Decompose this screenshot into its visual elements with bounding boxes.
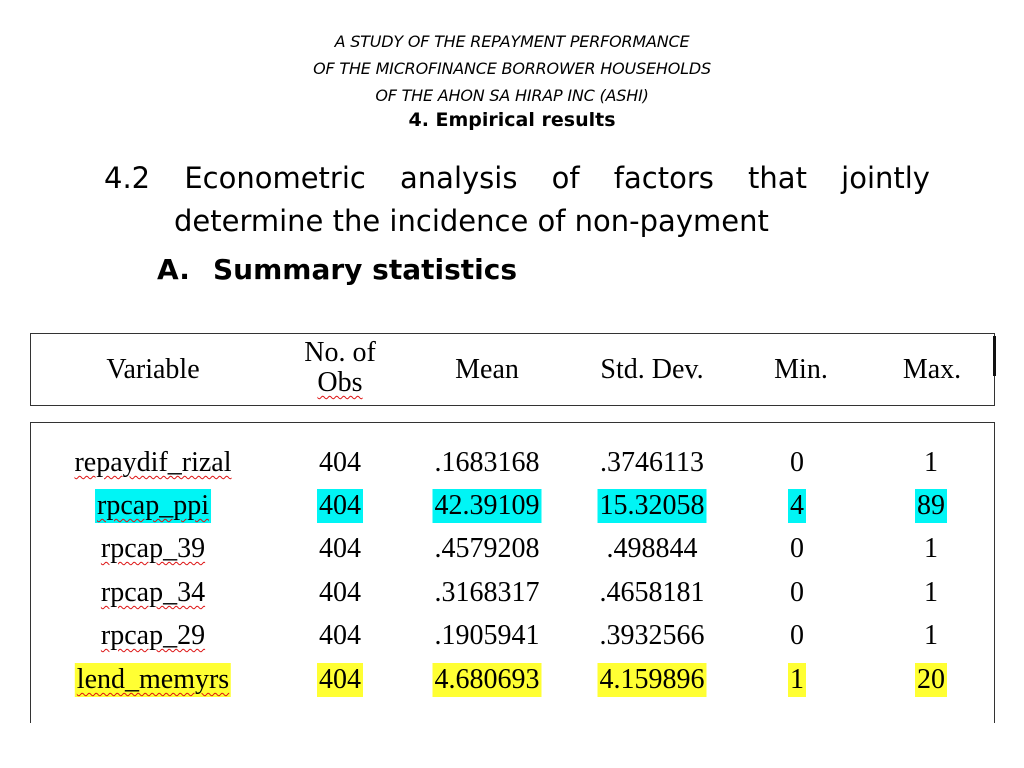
- table-cell-obs: 404: [317, 489, 363, 523]
- subsection-heading: 4.2 Econometric analysis of factors that…: [104, 157, 930, 243]
- variable-name-cell: rpcap_29: [100, 620, 206, 651]
- heading-word: of: [551, 161, 580, 195]
- heading-word: Econometric: [184, 161, 366, 195]
- table-cell-std: .3932566: [599, 620, 705, 651]
- table-cell-obs: 404: [319, 533, 361, 564]
- summary-statistics-heading: A. Summary statistics: [157, 253, 517, 286]
- col-header-max: Max.: [902, 354, 962, 385]
- variable-name-cell: repaydif_rizal: [74, 447, 232, 478]
- table-cell-mean: .1905941: [434, 620, 540, 651]
- table-cell-obs: 404: [319, 620, 361, 651]
- table-cell-min: 0: [790, 447, 804, 478]
- subsection-heading-line-1: 4.2 Econometric analysis of factors that…: [104, 157, 930, 200]
- table-cell-max: 20: [915, 663, 947, 697]
- table-cell-mean: 42.39109: [432, 489, 542, 523]
- table-cell-mean: 4.680693: [432, 663, 542, 697]
- table-cell-max: 1: [924, 533, 938, 564]
- table-cell-max: 1: [924, 447, 938, 478]
- heading-word: analysis: [400, 161, 518, 195]
- study-title-line-1: A STUDY OF THE REPAYMENT PERFORMANCE: [334, 32, 690, 51]
- table-cell-std: .498844: [606, 533, 698, 564]
- col-header-min: Min.: [774, 354, 828, 385]
- table-cell-std: .3746113: [600, 447, 704, 478]
- variable-name-cell: rpcap_39: [100, 533, 206, 564]
- table-cell-std: 15.32058: [597, 489, 707, 523]
- subheading-letter: A.: [157, 253, 190, 286]
- col-header-mean: Mean: [455, 354, 519, 385]
- variable-name-cell: rpcap_ppi: [95, 489, 211, 523]
- table-cell-min: 4: [788, 489, 806, 523]
- header-edge-bar: [993, 336, 996, 376]
- subheading-text: Summary statistics: [213, 253, 517, 286]
- table-cell-min: 0: [790, 620, 804, 651]
- table-cell-obs: 404: [319, 447, 361, 478]
- table-cell-mean: .1683168: [434, 447, 540, 478]
- table-cell-std: 4.159896: [597, 663, 707, 697]
- col-header-obs: No. of Obs: [304, 338, 376, 398]
- study-title-line-2: OF THE MICROFINANCE BORROWER HOUSEHOLDS: [313, 59, 711, 78]
- slide-header: A STUDY OF THE REPAYMENT PERFORMANCE OF …: [0, 28, 1024, 133]
- table-cell-std: .4658181: [599, 577, 705, 608]
- col-header-std-dev: Std. Dev.: [600, 354, 704, 385]
- table-cell-min: 0: [790, 577, 804, 608]
- heading-word: factors: [613, 161, 714, 195]
- col-header-obs-line-2: Obs: [317, 367, 363, 398]
- table-cell-max: 1: [924, 577, 938, 608]
- table-cell-obs: 404: [317, 663, 363, 697]
- table-cell-obs: 404: [319, 577, 361, 608]
- table-cell-min: 1: [788, 663, 806, 697]
- heading-word: jointly: [841, 161, 930, 195]
- variable-name-cell: lend_memyrs: [74, 663, 232, 697]
- heading-word: that: [748, 161, 807, 195]
- study-title-line-3: OF THE AHON SA HIRAP INC (ASHI): [375, 86, 649, 105]
- table-cell-mean: .3168317: [434, 577, 540, 608]
- table-cell-mean: .4579208: [434, 533, 540, 564]
- col-header-variable: Variable: [106, 354, 200, 385]
- table-cell-max: 1: [924, 620, 938, 651]
- section-title: 4. Empirical results: [408, 109, 616, 131]
- col-header-obs-line-1: No. of: [304, 337, 376, 368]
- table-cell-max: 89: [915, 489, 947, 523]
- table-cell-min: 0: [790, 533, 804, 564]
- heading-word: 4.2: [104, 161, 151, 195]
- subsection-heading-line-2: determine the incidence of non-payment: [174, 204, 769, 238]
- variable-name-cell: rpcap_34: [100, 577, 206, 608]
